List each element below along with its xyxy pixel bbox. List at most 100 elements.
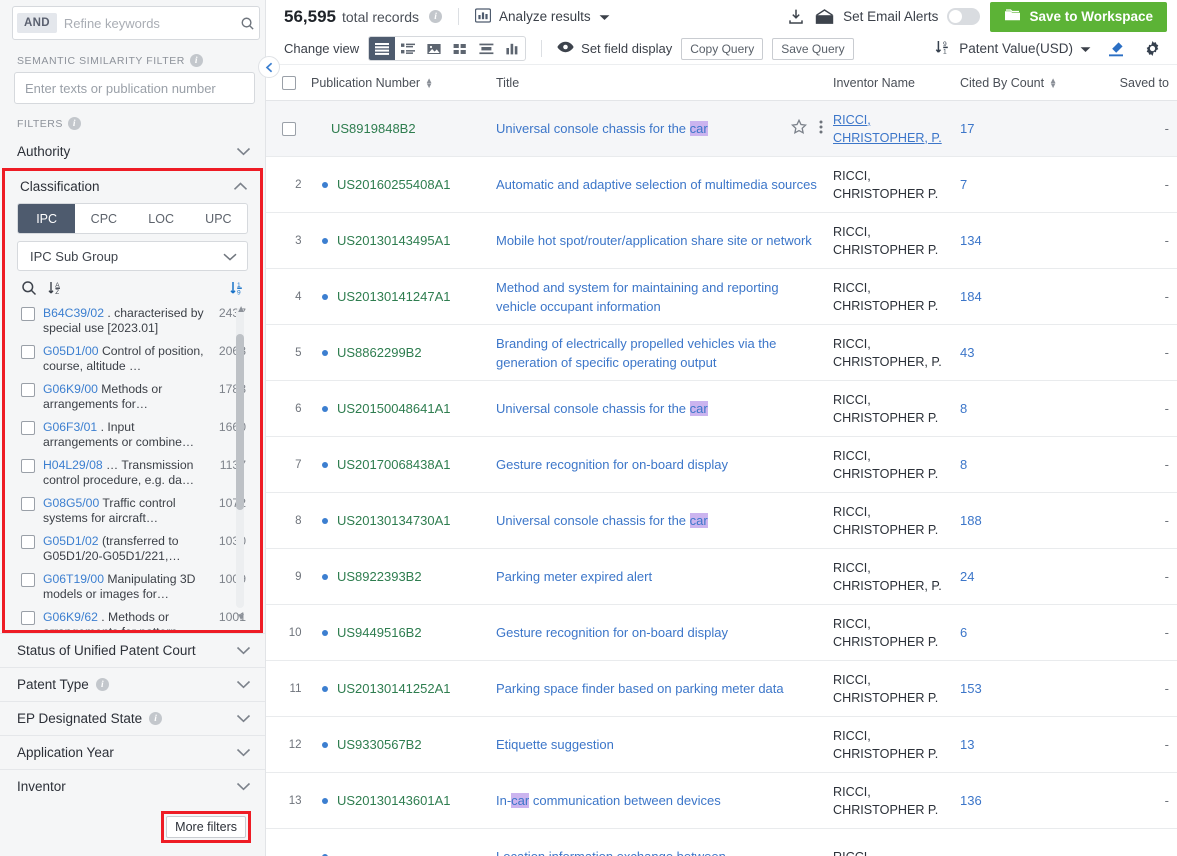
row-checkbox[interactable] <box>281 122 296 136</box>
publication-number-cell[interactable]: US9449516B2 <box>311 605 496 660</box>
email-alerts-toggle[interactable] <box>947 8 981 25</box>
checkbox[interactable] <box>21 307 35 321</box>
publication-number[interactable]: US9330567B2 <box>337 737 422 752</box>
classification-code[interactable]: G06T19/00 <box>43 572 104 586</box>
detail-list-icon[interactable] <box>395 37 421 60</box>
search-icon[interactable] <box>21 280 37 296</box>
chart-view-icon[interactable] <box>499 37 525 60</box>
patent-title-link[interactable]: Location information exchange between <box>496 847 738 856</box>
list-item[interactable]: G06K9/62 . Methods or arrangements for p… <box>9 606 260 630</box>
classification-code[interactable]: H04L29/08 <box>43 458 103 472</box>
filter-section-inventor[interactable]: Inventor <box>0 769 265 803</box>
publication-number-cell[interactable]: US8862299B2 <box>311 325 496 380</box>
table-row[interactable]: 2 US20160255408A1 Automatic and adaptive s… <box>266 157 1177 213</box>
list-item[interactable]: G06K9/00 Methods or arrangements for… 17… <box>9 378 260 416</box>
list-item[interactable]: G06F3/01 . Input arrangements or combine… <box>9 416 260 454</box>
sort-by-dropdown[interactable]: 9 1 Patent Value(USD) <box>935 39 1091 58</box>
email-alert-icon[interactable] <box>815 8 834 25</box>
refine-keywords-box[interactable]: AND <box>12 6 260 40</box>
publication-number[interactable]: US20170068438A1 <box>337 457 451 472</box>
classification-code[interactable]: G06K9/00 <box>43 382 98 396</box>
ipc-subgroup-select[interactable]: IPC Sub Group <box>17 241 248 271</box>
checkbox[interactable] <box>21 611 35 625</box>
cited-by-count[interactable]: 24 <box>960 569 974 584</box>
table-row[interactable]: Location information exchange between RIC… <box>266 829 1177 856</box>
set-field-display-button[interactable]: Set field display <box>557 41 672 56</box>
table-row[interactable]: 11 US20130141252A1 Parking space finder ba… <box>266 661 1177 717</box>
classification-list[interactable]: ▲ ▼ B64C39/02 . characterised by special… <box>5 302 260 630</box>
patent-title-link[interactable]: Gesture recognition for on-board display <box>496 455 740 474</box>
filter-section-ep-designated-state[interactable]: EP Designated State i <box>0 701 265 735</box>
cited-by-count[interactable]: 184 <box>960 289 982 304</box>
operator-and-chip[interactable]: AND <box>17 13 57 33</box>
cited-by-count[interactable]: 8 <box>960 457 967 472</box>
cited-by-count[interactable]: 188 <box>960 513 982 528</box>
analyze-results-button[interactable]: Analyze results <box>474 7 610 26</box>
refine-keywords-input[interactable] <box>56 15 240 31</box>
patent-title-link[interactable]: In-car communication between devices <box>496 791 733 810</box>
gear-icon[interactable] <box>1144 40 1161 57</box>
publication-number[interactable]: US8919848B2 <box>331 121 416 136</box>
publication-number[interactable]: US9449516B2 <box>337 625 422 640</box>
column-publication-number[interactable]: Publication Number ▲ ▼ <box>311 76 496 90</box>
cited-by-count[interactable]: 136 <box>960 793 982 808</box>
checkbox[interactable] <box>21 535 35 549</box>
more-filters-button[interactable]: More filters <box>166 816 246 838</box>
classification-scrollbar[interactable] <box>236 308 244 608</box>
info-icon[interactable]: i <box>429 10 443 23</box>
list-item[interactable]: G06T19/00 Manipulating 3D models or imag… <box>9 568 260 606</box>
sort-alpha-icon[interactable]: A Z <box>48 280 64 296</box>
list-item[interactable]: G05D1/02 (transferred to G05D1/20-G05D1/… <box>9 530 260 568</box>
list-item[interactable]: G08G5/00 Traffic control systems for air… <box>9 492 260 530</box>
publication-number-cell[interactable]: US20130143601A1 <box>311 773 496 828</box>
classification-code[interactable]: B64C39/02 <box>43 306 104 320</box>
publication-number-cell[interactable]: US20160255408A1 <box>311 157 496 212</box>
patent-title-link[interactable]: Etiquette suggestion <box>496 735 626 754</box>
patent-title-link[interactable]: Method and system for maintaining and re… <box>496 278 833 316</box>
checkbox[interactable] <box>21 345 35 359</box>
publication-number[interactable]: US20150048641A1 <box>337 401 451 416</box>
info-icon[interactable]: i <box>189 54 203 67</box>
publication-number-cell[interactable]: US8922393B2 <box>311 549 496 604</box>
list-view-icon[interactable] <box>369 37 396 60</box>
scroll-down-arrow-icon[interactable]: ▼ <box>236 612 246 623</box>
filter-section-upc-status[interactable]: Status of Unified Patent Court <box>0 633 265 667</box>
info-icon[interactable]: i <box>149 712 163 725</box>
download-icon[interactable] <box>787 8 805 25</box>
list-item[interactable]: G05D1/00 Control of position, course, al… <box>9 340 260 378</box>
compact-view-icon[interactable] <box>473 37 499 60</box>
cited-by-count[interactable]: 17 <box>960 121 974 136</box>
sort-toggle-icon[interactable]: ▲ ▼ <box>425 76 433 89</box>
cited-by-count[interactable]: 134 <box>960 233 982 248</box>
cited-by-count[interactable]: 6 <box>960 625 967 640</box>
grid-view-icon[interactable] <box>447 37 473 60</box>
classification-code[interactable]: G06K9/62 <box>43 610 98 624</box>
star-icon[interactable] <box>790 118 808 138</box>
publication-number[interactable]: US20130143495A1 <box>337 233 451 248</box>
highlighter-icon[interactable] <box>1108 41 1124 57</box>
tab-loc[interactable]: LOC <box>133 204 190 233</box>
patent-title-link[interactable]: Automatic and adaptive selection of mult… <box>496 175 829 194</box>
copy-query-button[interactable]: Copy Query <box>681 37 764 60</box>
patent-title-link[interactable]: Universal console chassis for the car <box>496 399 720 418</box>
table-row[interactable]: 13 US20130143601A1 In-car communication be… <box>266 773 1177 829</box>
publication-number-cell[interactable]: US20170068438A1 <box>311 437 496 492</box>
publication-number[interactable]: US8862299B2 <box>337 345 422 360</box>
classification-header[interactable]: Classification <box>5 171 260 201</box>
checkbox[interactable] <box>21 573 35 587</box>
scrollbar-thumb[interactable] <box>236 334 244 510</box>
list-item[interactable]: B64C39/02 . characterised by special use… <box>9 302 260 340</box>
cited-by-count[interactable]: 8 <box>960 401 967 416</box>
column-cited-by-count[interactable]: Cited By Count ▲ ▼ <box>960 76 1100 90</box>
inventor-name[interactable]: RICCI, CHRISTOPHER, P. <box>833 111 942 147</box>
info-icon[interactable]: i <box>95 678 109 691</box>
publication-number-cell[interactable]: US20130141252A1 <box>311 661 496 716</box>
save-to-workspace-button[interactable]: Save to Workspace <box>990 1 1167 32</box>
table-row[interactable]: 6 US20150048641A1 Universal console chassi… <box>266 381 1177 437</box>
classification-code[interactable]: G05D1/00 <box>43 344 99 358</box>
publication-number[interactable]: US20160255408A1 <box>337 177 451 192</box>
publication-number-cell[interactable]: US9330567B2 <box>311 717 496 772</box>
scroll-up-arrow-icon[interactable]: ▲ <box>236 304 246 315</box>
tab-ipc[interactable]: IPC <box>18 204 76 233</box>
search-icon[interactable] <box>240 16 255 31</box>
